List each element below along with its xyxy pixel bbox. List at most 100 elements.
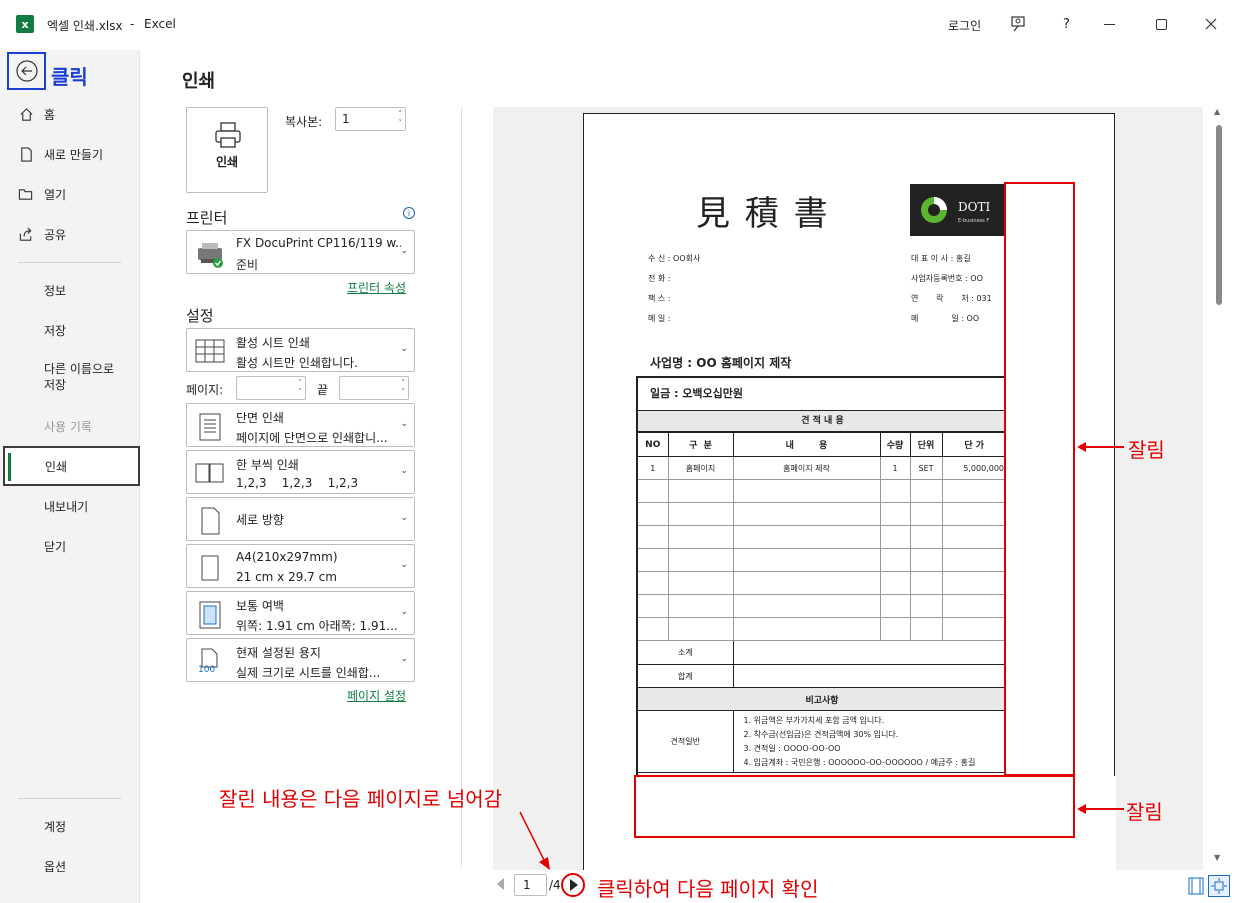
printer-properties-link[interactable]: 프린터 속성 bbox=[347, 279, 406, 296]
nav-export[interactable]: 내보내기 bbox=[0, 486, 140, 526]
chevron-down-icon: ⌄ bbox=[400, 560, 408, 570]
scroll-up-icon[interactable]: ▲ bbox=[1214, 107, 1220, 116]
logo-text: DOTI bbox=[958, 200, 991, 214]
collate-select[interactable]: 한 부씩 인쇄 1,2,3 1,2,3 1,2,3 ⌄ bbox=[186, 450, 415, 494]
pages-to-spinner-icon[interactable]: ˄ ˅ bbox=[402, 379, 406, 397]
copies-input[interactable]: 1 ˄ ˅ bbox=[335, 107, 406, 131]
panel-divider bbox=[461, 107, 462, 867]
maximize-button[interactable] bbox=[1156, 19, 1167, 30]
zoom-to-page-button[interactable] bbox=[1208, 875, 1230, 897]
nav-home[interactable]: 홈 bbox=[0, 94, 140, 134]
help-button[interactable]: ? bbox=[1063, 17, 1070, 32]
preview-scrollbar[interactable]: ▲ ▼ bbox=[1212, 107, 1224, 870]
scope-title: 활성 시트 인쇄 bbox=[236, 336, 310, 350]
info-line: 대 표 이 사 : 홍길 bbox=[911, 254, 971, 263]
nav-share[interactable]: 공유 bbox=[0, 214, 140, 254]
page-number-input[interactable]: 1 bbox=[514, 874, 547, 896]
nav-history[interactable]: 사용 기록 bbox=[0, 406, 140, 446]
pointer-arrow-icon bbox=[519, 811, 550, 870]
supplier-info: 대 표 이 사 : 홍길 사업자등록번호 : OO 연 락 처 : 031 메 … bbox=[911, 249, 1005, 329]
copies-spinner-icon[interactable]: ˄ ˅ bbox=[399, 110, 403, 128]
close-window-button[interactable] bbox=[1203, 16, 1219, 32]
sheet-grid-icon bbox=[195, 337, 225, 365]
nav-save-label: 저장 bbox=[44, 323, 67, 338]
excel-logo-icon: x bbox=[16, 15, 34, 33]
nav-close[interactable]: 닫기 bbox=[0, 526, 140, 566]
show-margins-button[interactable] bbox=[1188, 877, 1204, 895]
feedback-icon[interactable] bbox=[1010, 16, 1026, 32]
orientation-select[interactable]: 세로 방향 ⌄ bbox=[186, 497, 415, 541]
page-setup-link[interactable]: 페이지 설정 bbox=[347, 687, 406, 704]
printer-info-icon[interactable]: i bbox=[403, 207, 415, 219]
prev-page-icon[interactable] bbox=[497, 878, 504, 890]
next-page-icon bbox=[570, 879, 578, 891]
cell: SET bbox=[909, 456, 943, 480]
nav-save-as-label: 다른 이름으로 저장 bbox=[44, 362, 115, 392]
info-line: 사업자등록번호 : OO bbox=[911, 274, 983, 283]
nav-close-label: 닫기 bbox=[44, 539, 67, 554]
sides-select[interactable]: 단면 인쇄 페이지에 단면으로 인쇄합니... ⌄ bbox=[186, 403, 415, 447]
note-line: 3. 견적일 : OOOO-OO-OO bbox=[743, 744, 841, 753]
minimize-button[interactable] bbox=[1104, 24, 1115, 25]
scale-icon-text: 100 bbox=[198, 665, 216, 675]
sides-title: 단면 인쇄 bbox=[236, 411, 284, 425]
nav-print-label: 인쇄 bbox=[45, 459, 68, 474]
collate-title: 한 부씩 인쇄 bbox=[236, 458, 299, 472]
orientation-title: 세로 방향 bbox=[236, 513, 284, 527]
page-total: /4 bbox=[549, 878, 561, 892]
selected-indicator bbox=[8, 453, 11, 481]
chevron-down-icon: ⌄ bbox=[400, 466, 408, 476]
folder-icon bbox=[18, 186, 34, 202]
pages-to-input[interactable]: ˄ ˅ bbox=[339, 376, 409, 400]
chevron-down-icon: ⌄ bbox=[400, 246, 408, 256]
printer-select[interactable]: FX DocuPrint CP116/119 w... 준비 ⌄ bbox=[186, 230, 415, 274]
nav-save[interactable]: 저장 bbox=[0, 310, 140, 350]
nav-account[interactable]: 계정 bbox=[0, 806, 140, 846]
chevron-down-icon: ⌄ bbox=[400, 654, 408, 664]
nav-print[interactable]: 인쇄 bbox=[3, 446, 140, 486]
back-arrow-icon bbox=[15, 60, 38, 82]
portrait-page-icon bbox=[195, 506, 225, 535]
note-line: 1. 위금액은 부가가치세 포함 금액 입니다. bbox=[743, 716, 885, 725]
info-line: 메 일 : OO bbox=[911, 314, 980, 323]
nav-open[interactable]: 열기 bbox=[0, 174, 140, 214]
pages-from-spinner-icon[interactable]: ˄ ˅ bbox=[299, 379, 303, 397]
cell: 홈페이지 bbox=[667, 456, 734, 480]
doc-title: 見 積 書 bbox=[696, 194, 830, 234]
scope-subtitle: 활성 시트만 인쇄합니다. bbox=[236, 356, 358, 370]
pages-from-input[interactable]: ˄ ˅ bbox=[236, 376, 306, 400]
cut-right-label: 잘림 bbox=[1128, 438, 1165, 462]
nav-save-as[interactable]: 다른 이름으로 저장 bbox=[0, 353, 140, 401]
next-page-button[interactable] bbox=[561, 873, 585, 897]
scroll-down-icon[interactable]: ▼ bbox=[1214, 853, 1220, 862]
paper-size-subtitle: 21 cm x 29.7 cm bbox=[236, 570, 337, 584]
margins-title: 보통 여백 bbox=[236, 599, 284, 613]
pages-label: 페이지: bbox=[186, 383, 224, 397]
back-button[interactable] bbox=[7, 52, 46, 90]
paper-size-select[interactable]: A4(210x297mm) 21 cm x 29.7 cm ⌄ bbox=[186, 544, 415, 588]
print-scope-select[interactable]: 활성 시트 인쇄 활성 시트만 인쇄합니다. ⌄ bbox=[186, 328, 415, 372]
print-button[interactable]: 인쇄 bbox=[186, 107, 268, 193]
sides-subtitle: 페이지에 단면으로 인쇄합니... bbox=[236, 431, 388, 445]
login-button[interactable]: 로그인 bbox=[948, 17, 981, 34]
nav-options[interactable]: 옵션 bbox=[0, 846, 140, 886]
nav-open-label: 열기 bbox=[44, 187, 67, 202]
printer-name: FX DocuPrint CP116/119 w... bbox=[236, 236, 401, 250]
nav-new[interactable]: 새로 만들기 bbox=[0, 134, 140, 174]
sidebar-divider bbox=[18, 262, 121, 263]
chevron-down-icon: ⌄ bbox=[400, 607, 408, 617]
scroll-thumb[interactable] bbox=[1216, 125, 1222, 305]
page-title: 인쇄 bbox=[182, 71, 216, 92]
collated-icon bbox=[195, 459, 225, 487]
margins-select[interactable]: 보통 여백 위쪽: 1.91 cm 아래쪽: 1.91... ⌄ bbox=[186, 591, 415, 635]
window-title-file: 엑셀 인쇄.xlsx bbox=[47, 19, 123, 33]
subtotal-label: 소계 bbox=[638, 640, 734, 665]
col-header: NO bbox=[638, 432, 669, 457]
scaling-select[interactable]: 100 현재 설정된 용지 실제 크기로 시트를 인쇄합... ⌄ bbox=[186, 638, 415, 682]
printer-status: 준비 bbox=[236, 258, 259, 272]
print-button-label: 인쇄 bbox=[216, 155, 239, 169]
printer-device-icon bbox=[195, 239, 225, 268]
pages-to-label: 끝 bbox=[317, 383, 329, 397]
nav-options-label: 옵션 bbox=[44, 859, 67, 874]
nav-info[interactable]: 정보 bbox=[0, 270, 140, 310]
